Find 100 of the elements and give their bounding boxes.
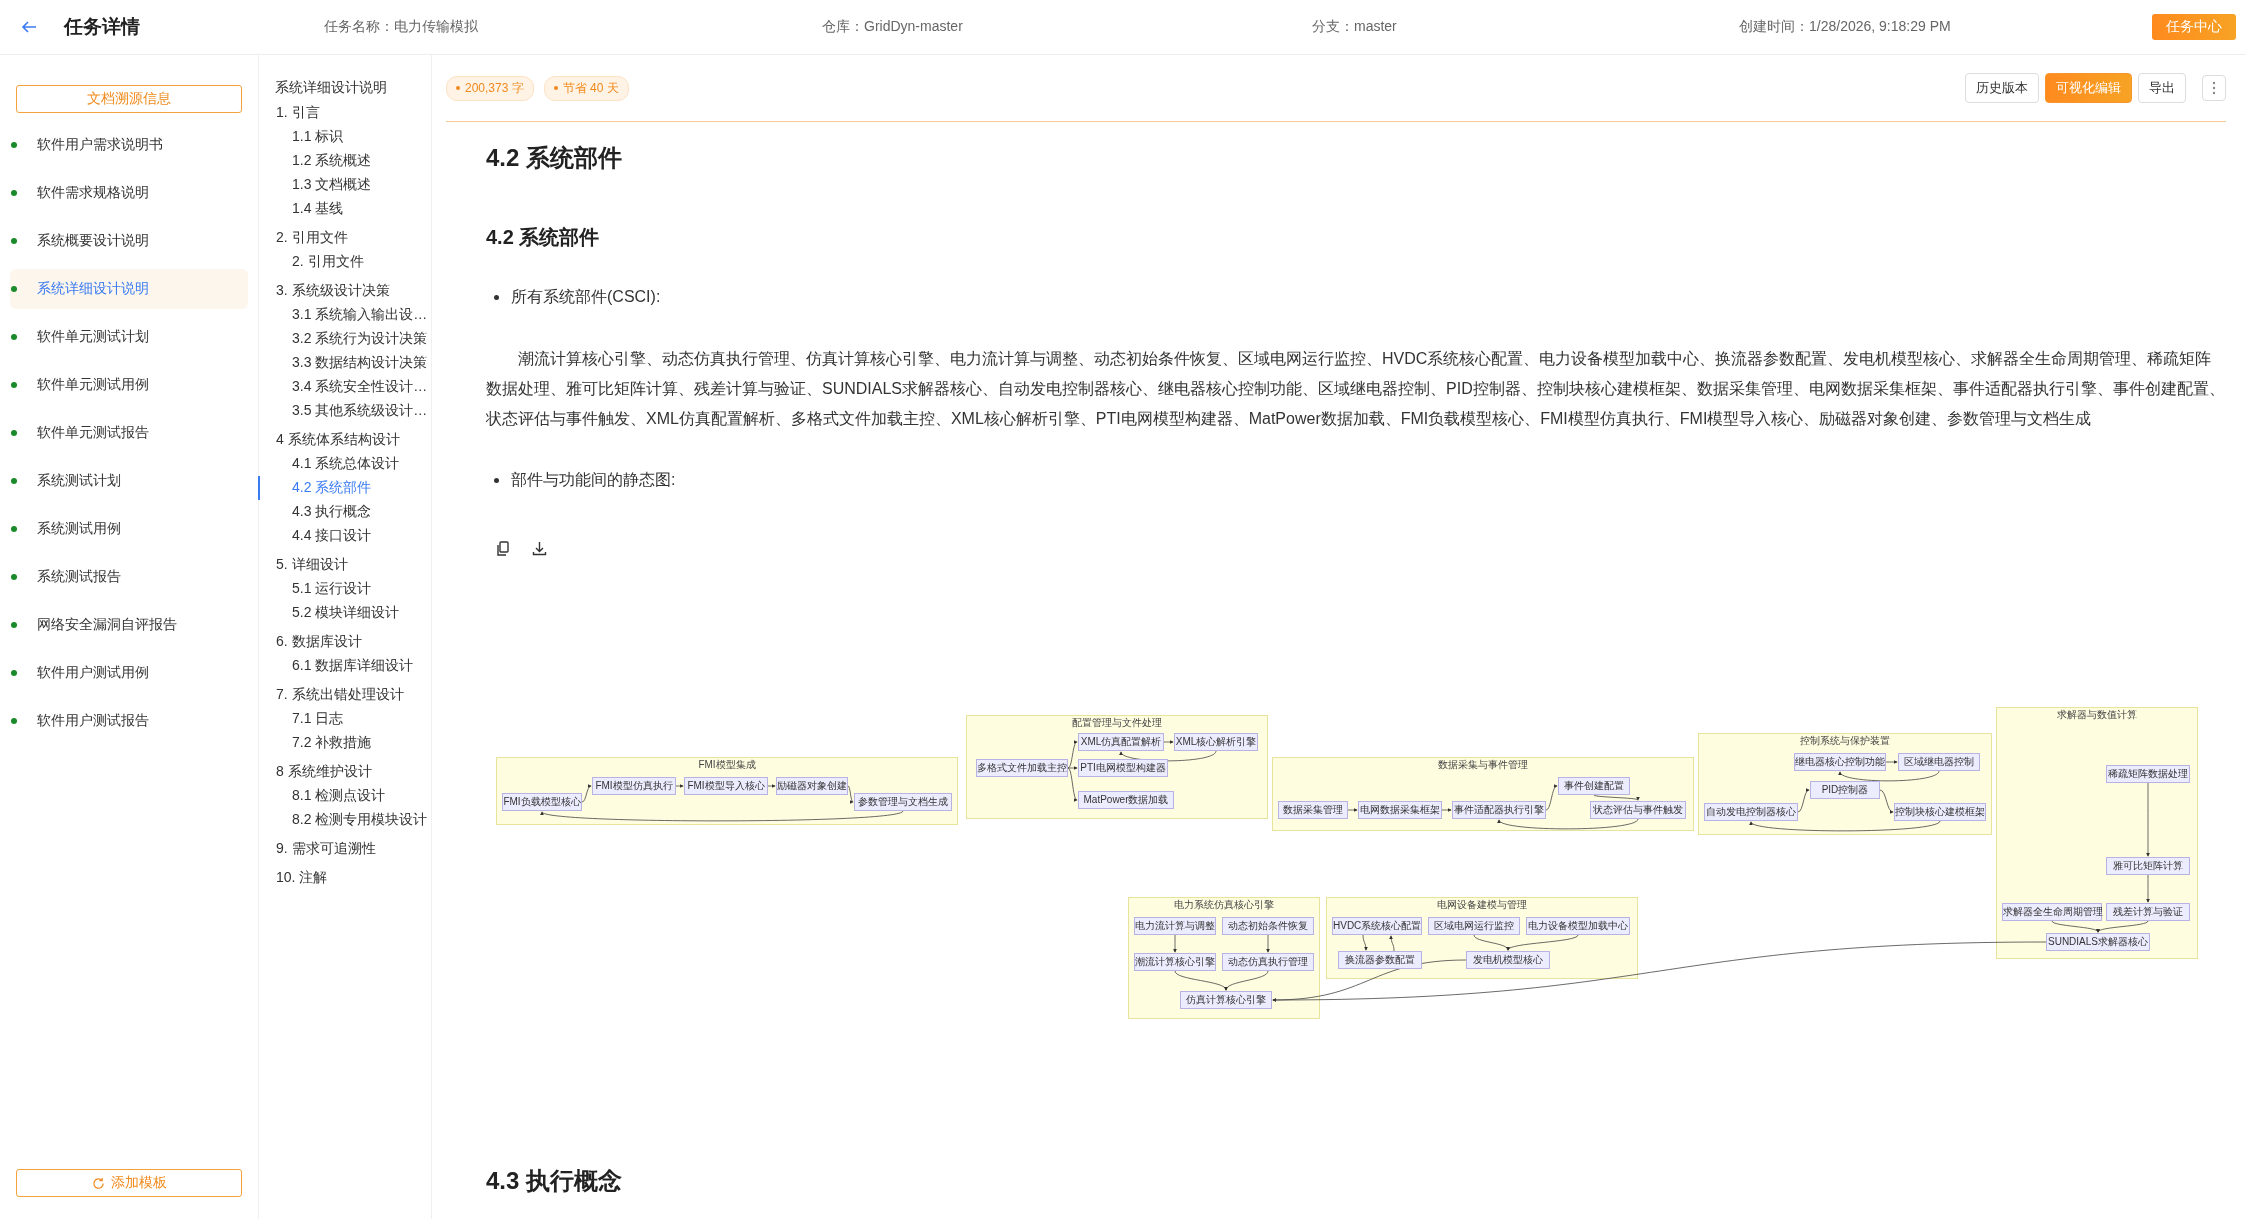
toolbar-button[interactable]: 导出 bbox=[2138, 73, 2186, 103]
diagram-node: 仿真计算核心引擎 bbox=[1180, 991, 1272, 1009]
copy-icon[interactable] bbox=[496, 541, 510, 557]
toc-item[interactable]: 3.1 系统输入输出设… bbox=[258, 303, 431, 327]
group-title: 配置管理与文件处理 bbox=[1072, 717, 1162, 729]
diagram-node: 雅可比矩阵计算 bbox=[2106, 857, 2190, 875]
section-heading: 4.2 系统部件 bbox=[486, 143, 624, 173]
toc-item[interactable]: 9. 需求可追溯性 bbox=[258, 837, 431, 861]
diagram-node: 状态评估与事件触发 bbox=[1590, 801, 1686, 819]
doc-list-item[interactable]: 软件单元测试用例 bbox=[10, 365, 248, 405]
toc-item[interactable]: 6. 数据库设计 bbox=[258, 630, 431, 654]
toc-item[interactable]: 1.3 文档概述 bbox=[258, 173, 431, 197]
toc-item[interactable]: 10. 注解 bbox=[258, 866, 431, 890]
diagram-node: 控制块核心建模框架 bbox=[1894, 803, 1986, 821]
status-dot-icon bbox=[11, 190, 17, 196]
refresh-icon bbox=[91, 1176, 105, 1190]
group-title: 控制系统与保护装置 bbox=[1800, 735, 1890, 747]
toc-item[interactable]: 3.4 系统安全性设计… bbox=[258, 375, 431, 399]
diagram-node: 事件创建配置 bbox=[1558, 777, 1630, 795]
bullet-text: 所有系统部件(CSCI): bbox=[511, 287, 661, 307]
doc-list-item[interactable]: 软件用户需求说明书 bbox=[10, 125, 248, 165]
toolbar-button[interactable]: 历史版本 bbox=[1965, 73, 2039, 103]
diagram-node: FMI模型仿真执行 bbox=[592, 777, 676, 795]
toc-item[interactable]: 3.2 系统行为设计决策 bbox=[258, 327, 431, 351]
doc-list-item[interactable]: 软件用户测试用例 bbox=[10, 653, 248, 693]
toc-item[interactable]: 3.3 数据结构设计决策 bbox=[258, 351, 431, 375]
group-title: 电网设备建模与管理 bbox=[1437, 899, 1527, 911]
diagram-node: 区域电网运行监控 bbox=[1428, 917, 1520, 935]
toc-item[interactable]: 5.2 模块详细设计 bbox=[258, 601, 431, 625]
diagram-node: 继电器核心控制功能 bbox=[1794, 753, 1886, 771]
doc-list-item[interactable]: 软件用户测试报告 bbox=[10, 701, 248, 741]
status-dot-icon bbox=[11, 478, 17, 484]
toc-item[interactable]: 4.2 系统部件 bbox=[258, 476, 431, 500]
group-title: 数据采集与事件管理 bbox=[1438, 759, 1528, 771]
diagram-node: 自动发电控制器核心 bbox=[1704, 803, 1798, 821]
doc-list-item[interactable]: 系统详细设计说明 bbox=[10, 269, 248, 309]
doc-list-item[interactable]: 软件单元测试计划 bbox=[10, 317, 248, 357]
task-info: 仓库：GridDyn-master bbox=[822, 18, 964, 36]
diagram-node: SUNDIALS求解器核心 bbox=[2046, 933, 2150, 951]
stat-tag: 节省 40 天 bbox=[543, 75, 629, 101]
doc-list-item[interactable]: 系统测试用例 bbox=[10, 509, 248, 549]
toc-item[interactable]: 4.1 系统总体设计 bbox=[258, 452, 431, 476]
toc-item[interactable]: 6.1 数据库详细设计 bbox=[258, 654, 431, 678]
doc-list-item[interactable]: 网络安全漏洞自评报告 bbox=[10, 605, 248, 645]
status-dot-icon bbox=[11, 238, 17, 244]
diagram-node: 发电机模型核心 bbox=[1466, 951, 1550, 969]
toc-item[interactable]: 3.5 其他系统级设计… bbox=[258, 399, 431, 423]
toc-item[interactable]: 2. 引用文件 bbox=[258, 226, 431, 250]
bullet-icon bbox=[494, 295, 499, 300]
status-dot-icon bbox=[11, 334, 17, 340]
diagram-node: 换流器参数配置 bbox=[1338, 951, 1422, 969]
toc-item[interactable]: 4.3 执行概念 bbox=[258, 500, 431, 524]
toc-item[interactable]: 8.2 检测专用模块设计 bbox=[258, 808, 431, 832]
doc-list-item[interactable]: 系统测试计划 bbox=[10, 461, 248, 501]
diagram-node: 电力设备模型加载中心 bbox=[1526, 917, 1630, 935]
diagram-node: 电力流计算与调整 bbox=[1134, 917, 1216, 935]
task-info: 分支：master bbox=[1312, 18, 1398, 36]
diagram-node: 区域继电器控制 bbox=[1898, 753, 1980, 771]
toc-item[interactable]: 5.1 运行设计 bbox=[258, 577, 431, 601]
toc-item[interactable]: 2. 引用文件 bbox=[258, 250, 431, 274]
toc-item[interactable]: 1. 引言 bbox=[258, 101, 431, 125]
status-dot-icon bbox=[11, 430, 17, 436]
group-title: 求解器与数值计算 bbox=[2057, 709, 2137, 721]
diagram-node: HVDC系统核心配置 bbox=[1332, 917, 1422, 935]
stat-tag: 200,373 字 bbox=[446, 75, 534, 101]
toc-item[interactable]: 3. 系统级设计决策 bbox=[258, 279, 431, 303]
status-dot-icon bbox=[11, 526, 17, 532]
toc-item[interactable]: 1.2 系统概述 bbox=[258, 149, 431, 173]
toc-item[interactable]: 5. 详细设计 bbox=[258, 553, 431, 577]
toc-item[interactable]: 8 系统维护设计 bbox=[258, 760, 431, 784]
diagram-node: PID控制器 bbox=[1810, 781, 1880, 799]
toc-item[interactable]: 7.2 补救措施 bbox=[258, 731, 431, 755]
diagram-node: FMI模型导入核心 bbox=[684, 777, 768, 795]
paragraph: 潮流计算核心引擎、动态仿真执行管理、仿真计算核心引擎、电力流计算与调整、动态初始条件恢复、区域电网运行监控、HVDC系统核心配置、电力设备模型加载中心、换流器参数配置、发电机模型核心、求解器全生命周期管理、稀疏矩阵数据处理、雅可比矩阵计算、残差计算与验证、SUNDIALS求解器核心、自动发电控制器核心、继电器核心控制功能、区域继电器控制、PID控制器、控制块核心建模框架、数据采集管理、电网数据采集框架、事件适配器执行引擎、事件创建配置、状态评估与事件触发、XML仿真配置解析、多格式文件加载主控、XML核心解析引擎、PTI电网模型构建器、MatPower数据加载、FMI负载模型核心、FMI模型仿真执行、FMI模型导入核心、励磁器对象创建、参数管理与文档生成 bbox=[486, 349, 2226, 429]
toc-item[interactable]: 1.4 基线 bbox=[258, 197, 431, 221]
toc-title: 系统详细设计说明 bbox=[274, 79, 388, 97]
diagram-node: 稀疏矩阵数据处理 bbox=[2106, 765, 2190, 783]
diagram-node: 事件适配器执行引擎 bbox=[1452, 801, 1546, 819]
toc-item[interactable]: 4 系统体系结构设计 bbox=[258, 428, 431, 452]
status-dot-icon bbox=[11, 142, 17, 148]
download-icon[interactable] bbox=[532, 541, 547, 556]
toc-item[interactable]: 4.4 接口设计 bbox=[258, 524, 431, 548]
group-title: 电力系统仿真核心引擎 bbox=[1174, 899, 1274, 911]
bullet-text: 部件与功能间的静态图: bbox=[511, 470, 676, 490]
doc-list-item[interactable]: 系统测试报告 bbox=[10, 557, 248, 597]
diagram-node: 参数管理与文档生成 bbox=[854, 793, 952, 811]
status-dot-icon bbox=[11, 574, 17, 580]
status-dot-icon bbox=[11, 670, 17, 676]
section-heading: 4.3 执行概念 bbox=[486, 1166, 624, 1196]
bullet-icon bbox=[494, 478, 499, 483]
doc-list-item[interactable]: 系统概要设计说明 bbox=[10, 221, 248, 261]
toc-item[interactable]: 1.1 标识 bbox=[258, 125, 431, 149]
diagram-node: 残差计算与验证 bbox=[2106, 903, 2190, 921]
task-info: 创建时间：1/28/2026, 9:18:29 PM bbox=[1739, 18, 1951, 36]
toc-item[interactable]: 8.1 检测点设计 bbox=[258, 784, 431, 808]
doc-list-item[interactable]: 软件单元测试报告 bbox=[10, 413, 248, 453]
diagram-node: 电网数据采集框架 bbox=[1358, 801, 1442, 819]
toc-item[interactable]: 7. 系统出错处理设计 bbox=[258, 683, 431, 707]
toc-item[interactable]: 7.1 日志 bbox=[258, 707, 431, 731]
doc-list-item[interactable]: 软件需求规格说明 bbox=[10, 173, 248, 213]
